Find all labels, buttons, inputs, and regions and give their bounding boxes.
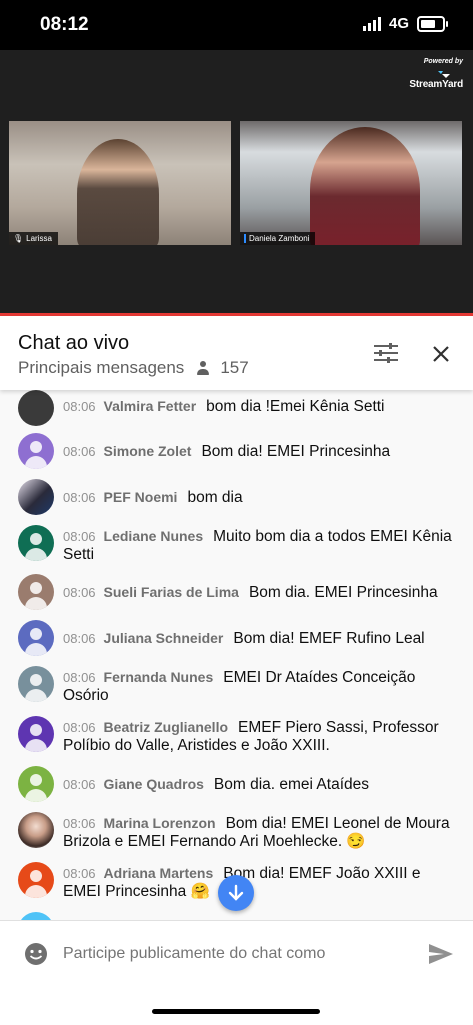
chat-mode-label: Principais mensagens [18,358,185,377]
avatar[interactable] [18,525,54,561]
message-author[interactable]: Marina Lorenzon [104,815,216,831]
avatar[interactable] [18,812,54,848]
brand-name: StreamYard [409,79,463,90]
message-text: Bom dia! EMEI Princesinha [201,443,391,460]
avatar[interactable] [18,716,54,752]
status-time: 08:12 [40,14,89,35]
message-time: 08:06 [63,670,96,685]
message-author[interactable]: Beatriz Zuglianello [104,719,228,735]
message-time: 08:06 [63,529,96,544]
message-time: 08:06 [63,720,96,735]
chat-input-bar [0,920,473,1025]
participant-video [77,139,159,245]
viewer-count: 157 [220,358,249,377]
message-author[interactable]: Fernanda Nunes [104,669,214,685]
message-text: Bom dia. EMEI Princesinha [248,584,438,601]
message-time: 08:06 [63,585,96,600]
status-bar: 08:12 4G [0,0,473,50]
participant-name: Daniela Zamboni [249,234,310,243]
message-author[interactable]: Giane Quadros [104,776,204,792]
speaker-indicator [244,234,246,243]
participant-name-tag: Daniela Zamboni [240,232,316,245]
message-time: 08:06 [63,777,96,792]
avatar[interactable] [18,666,54,702]
message-text: Bom dia! EMEF Rufino Leal [233,630,425,647]
signal-icon [362,16,381,31]
participant-video [310,127,420,245]
chat-message-list[interactable]: 08:06 Valmira Fetter bom dia !Emei Kênia S… [0,390,473,920]
avatar[interactable] [18,862,54,898]
message-time: 08:06 [63,866,96,881]
message-author[interactable]: Sueli Farias de Lima [104,584,239,600]
message-time: 08:06 [63,444,96,459]
chat-title: Chat ao vivo [18,332,130,354]
avatar[interactable] [18,433,54,469]
arrow-down-icon [228,884,244,901]
participant-name-tag: 🎙 Larissa [9,232,58,245]
message-text: bom dia !Emei Kênia Setti [206,398,385,415]
video-tile-daniela: Daniela Zamboni [240,121,462,245]
home-indicator[interactable] [152,1009,320,1014]
message-author[interactable]: Simone Zolet [104,443,192,459]
avatar[interactable] [18,766,54,802]
send-icon[interactable] [428,943,454,965]
battery-icon [417,15,448,32]
message-time: 08:06 [63,816,96,831]
scroll-to-bottom-button[interactable] [218,875,254,911]
avatar[interactable] [18,390,54,426]
status-indicators: 4G [362,15,448,32]
person-icon [196,361,210,375]
message-time: 08:06 [63,631,96,646]
message-author[interactable]: Valmira Fetter [104,398,197,414]
mic-icon: 🎙 [13,234,24,243]
streamyard-icon [438,71,450,78]
chat-mode-selector[interactable]: Principais mensagens 157 [18,358,249,378]
message-author[interactable]: Adriana Martens [104,865,214,881]
participant-name: Larissa [26,234,52,243]
message-text: bom dia [187,489,243,506]
tune-icon[interactable] [374,343,398,363]
message-text: Bom dia. emei Ataídes [213,776,369,793]
message-author[interactable]: Lediane Nunes [104,528,204,544]
avatar[interactable] [18,620,54,656]
avatar[interactable] [18,479,54,515]
chat-header: Chat ao vivo Principais mensagens 157 [0,316,473,390]
avatar[interactable] [18,574,54,610]
network-type: 4G [388,15,409,32]
avatar[interactable] [18,912,54,920]
message-author[interactable]: PEF Noemi [104,489,178,505]
emoji-icon[interactable] [24,942,48,966]
message-time: 08:06 [63,490,96,505]
video-player[interactable]: Powered by StreamYard 🎙 Larissa Daniela … [0,50,473,316]
chat-message-input[interactable] [63,945,393,963]
message-time: 08:06 [63,399,96,414]
close-icon[interactable] [430,343,452,365]
video-tile-larissa: 🎙 Larissa [9,121,231,245]
message-author[interactable]: Juliana Schneider [104,630,224,646]
powered-by-label: Powered by [423,58,463,65]
